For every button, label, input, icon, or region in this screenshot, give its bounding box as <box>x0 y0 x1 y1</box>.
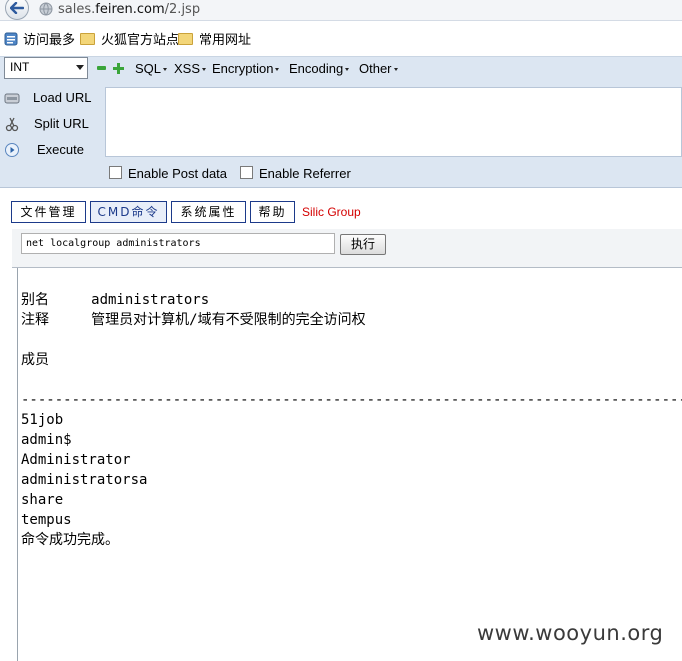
menu-encryption[interactable]: Encryption <box>212 61 280 76</box>
output-line: Administrator <box>21 452 131 468</box>
address-bar: sales.feiren.com/2.jsp <box>0 0 682 21</box>
hackbar: INT SQL XSS Encryption Encoding Other Lo… <box>0 56 682 188</box>
tab-system-properties[interactable]: 系统属性 <box>171 201 246 223</box>
menu-other[interactable]: Other <box>359 61 398 76</box>
dropdown-arrow-icon <box>202 68 207 71</box>
output-line: tempus <box>21 512 72 528</box>
command-input[interactable]: net localgroup administrators <box>21 233 335 254</box>
brand-link[interactable]: Silic Group <box>302 205 361 219</box>
checkbox-box[interactable] <box>240 166 253 179</box>
bookmark-common-sites[interactable]: 常用网址 <box>178 30 251 52</box>
dropdown-arrow-icon <box>275 68 280 71</box>
menu-label: Other <box>359 61 392 76</box>
url-path: /2.jsp <box>164 2 201 17</box>
output-line: administratorsa <box>21 472 148 488</box>
folder-icon <box>80 33 95 45</box>
url-host: sales. <box>58 2 96 17</box>
url-domain: feiren.com <box>95 2 165 17</box>
menu-label: Encoding <box>289 61 344 76</box>
menu-sql[interactable]: SQL <box>135 61 168 76</box>
split-url-icon <box>5 117 19 132</box>
bookmark-label: 火狐官方站点 <box>101 33 180 48</box>
load-url-button[interactable]: Load URL <box>0 87 102 109</box>
checkbox-box[interactable] <box>109 166 122 179</box>
enable-referrer-checkbox[interactable]: Enable Referrer <box>240 166 351 181</box>
dropdown-arrow-icon <box>393 68 398 71</box>
dropdown-arrow-icon <box>345 68 350 71</box>
output-line: 注释 管理员对计算机/域有不受限制的完全访问权 <box>21 312 366 328</box>
checkbox-label: Enable Post data <box>128 166 228 181</box>
load-url-icon <box>4 93 20 104</box>
bookmark-label: 常用网址 <box>199 33 252 48</box>
bookmark-label: 访问最多 <box>23 33 76 48</box>
tab-help[interactable]: 帮助 <box>250 201 295 223</box>
output-line: admin$ <box>21 432 72 448</box>
command-output: 别名 administrators 注释 管理员对计算机/域有不受限制的完全访问权… <box>21 270 682 570</box>
watermark: www.wooyun.org <box>477 621 664 645</box>
split-url-button[interactable]: Split URL <box>0 113 102 135</box>
dropdown-arrow-icon <box>163 68 168 71</box>
output-border <box>17 268 18 661</box>
output-line: 成员 <box>21 352 49 368</box>
bookmark-most-visited[interactable]: 访问最多 <box>4 30 75 52</box>
output-line: 别名 administrators <box>21 292 210 308</box>
enable-post-checkbox[interactable]: Enable Post data <box>109 166 227 181</box>
run-command-button[interactable]: 执行 <box>340 234 386 255</box>
bookmark-firefox-official[interactable]: 火狐官方站点 <box>80 30 179 52</box>
folder-icon <box>178 33 193 45</box>
type-select[interactable]: INT <box>4 57 88 79</box>
output-line: ----------------------------------------… <box>21 392 682 408</box>
bookmark-list-icon <box>4 32 18 46</box>
url-textarea[interactable] <box>105 87 682 157</box>
menu-xss[interactable]: XSS <box>174 61 207 76</box>
back-arrow-icon <box>10 2 24 14</box>
menu-label: Encryption <box>212 61 274 76</box>
tab-file-manager[interactable]: 文件管理 <box>11 201 86 223</box>
menu-label: SQL <box>135 61 162 76</box>
globe-icon <box>39 2 53 16</box>
output-line: share <box>21 492 64 508</box>
type-select-value: INT <box>10 60 30 74</box>
action-label: Load URL <box>33 90 92 105</box>
output-line: 命令成功完成。 <box>21 532 119 548</box>
action-label: Split URL <box>34 116 89 131</box>
tab-cmd[interactable]: CMD命令 <box>90 201 167 223</box>
url-text[interactable]: sales.feiren.com/2.jsp <box>58 1 200 18</box>
back-button[interactable] <box>5 0 29 20</box>
output-line: 51job <box>21 412 64 428</box>
increase-icon[interactable] <box>113 63 124 74</box>
bookmarks-toolbar: 访问最多 火狐官方站点 常用网址 <box>0 30 682 52</box>
action-label: Execute <box>37 142 84 157</box>
execute-button[interactable]: Execute <box>0 139 102 161</box>
execute-icon <box>5 143 19 157</box>
menu-encoding[interactable]: Encoding <box>289 61 350 76</box>
checkbox-label: Enable Referrer <box>259 166 351 181</box>
decrease-icon[interactable] <box>97 66 106 70</box>
menu-label: XSS <box>174 61 201 76</box>
chevron-down-icon <box>76 65 84 70</box>
